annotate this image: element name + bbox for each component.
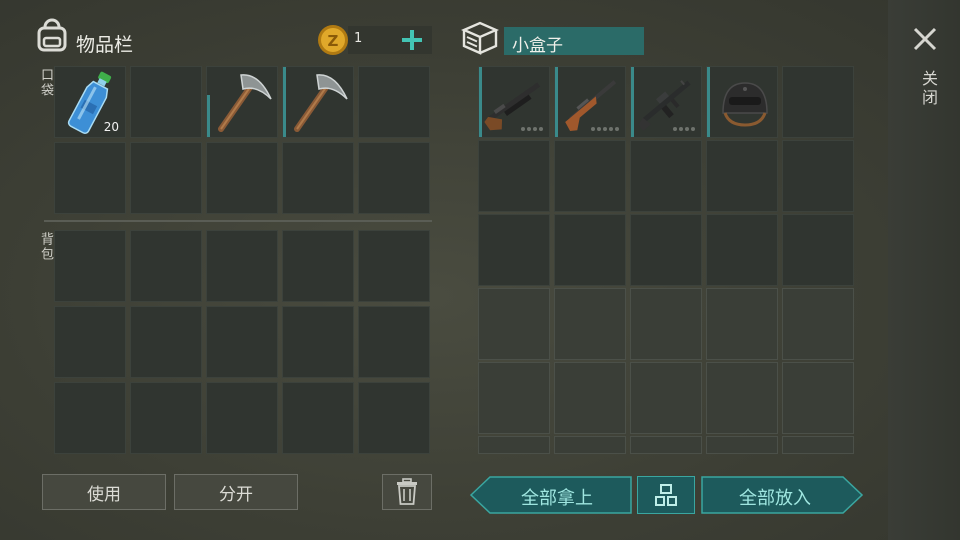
- backpack-slot[interactable]: [54, 306, 126, 378]
- close-icon: [913, 27, 937, 51]
- trash-button[interactable]: [382, 474, 432, 510]
- inventory-slot[interactable]: [130, 142, 202, 214]
- locked-slot: [630, 288, 702, 360]
- inventory-slot[interactable]: [54, 142, 126, 214]
- attachment-dots: [521, 127, 543, 131]
- container-slot-shotgun[interactable]: [478, 66, 550, 138]
- container-slot[interactable]: [478, 214, 550, 286]
- container-title-field[interactable]: 小盒子: [504, 27, 644, 56]
- container-title: 小盒子: [512, 36, 563, 56]
- inventory-slot-water-bottle[interactable]: 20: [54, 66, 126, 138]
- pickaxe-icon: [218, 74, 272, 132]
- backpack-slot[interactable]: [206, 306, 278, 378]
- backpack-slot[interactable]: [130, 382, 202, 454]
- use-button[interactable]: 使用: [42, 474, 166, 510]
- inventory-slot[interactable]: [130, 66, 202, 138]
- coin-balance: 1: [354, 31, 363, 46]
- grid-sort-icon: [655, 484, 677, 506]
- locked-slot: [630, 436, 702, 454]
- container-slot[interactable]: [706, 214, 778, 286]
- backpack-icon: [34, 18, 70, 54]
- inventory-title: 物品栏: [76, 34, 134, 56]
- locked-slot: [478, 288, 550, 360]
- inventory-slot[interactable]: [282, 142, 354, 214]
- locked-slot: [478, 362, 550, 434]
- container-slot[interactable]: [630, 214, 702, 286]
- put-all-button[interactable]: 全部放入: [701, 476, 863, 514]
- box-icon: [460, 20, 500, 56]
- locked-slot: [554, 288, 626, 360]
- backpack-slot[interactable]: [282, 306, 354, 378]
- container-slot[interactable]: [478, 140, 550, 212]
- split-button[interactable]: 分开: [174, 474, 298, 510]
- trash-icon: [397, 478, 417, 505]
- locked-slot: [782, 288, 854, 360]
- backpack-slot[interactable]: [54, 382, 126, 454]
- inventory-slot[interactable]: [206, 142, 278, 214]
- container-slot-hunting-rifle[interactable]: [554, 66, 626, 138]
- container-slot[interactable]: [554, 214, 626, 286]
- backpack-slot[interactable]: [358, 382, 430, 454]
- container-slot-helmet[interactable]: [706, 66, 778, 138]
- pickaxe-icon: [294, 74, 348, 132]
- backpack-slot[interactable]: [130, 306, 202, 378]
- container-slot[interactable]: [782, 66, 854, 138]
- backpack-slot[interactable]: [206, 382, 278, 454]
- put-all-label: 全部放入: [739, 488, 811, 509]
- locked-slot: [706, 288, 778, 360]
- inventory-slot[interactable]: [358, 66, 430, 138]
- helmet-icon: [722, 82, 768, 127]
- inventory-slot[interactable]: [358, 142, 430, 214]
- container-slot-assault-rifle[interactable]: [630, 66, 702, 138]
- close-label: 关闭: [919, 70, 938, 108]
- locked-slot: [782, 362, 854, 434]
- locked-slot: [554, 362, 626, 434]
- attachment-dots: [673, 127, 695, 131]
- backpack-slot[interactable]: [130, 230, 202, 302]
- take-all-button[interactable]: 全部拿上: [470, 476, 632, 514]
- inventory-slot-pickaxe[interactable]: [206, 66, 278, 138]
- svg-text:Z: Z: [328, 32, 339, 50]
- locked-slot: [478, 436, 550, 454]
- container-slot[interactable]: [554, 140, 626, 212]
- inventory-slot-pickaxe[interactable]: [282, 66, 354, 138]
- backpack-slot[interactable]: [54, 230, 126, 302]
- backpack-slot[interactable]: [358, 230, 430, 302]
- backpack-slot[interactable]: [206, 230, 278, 302]
- coin-icon: Z: [317, 24, 349, 56]
- container-slot[interactable]: [782, 140, 854, 212]
- take-all-label: 全部拿上: [521, 488, 593, 509]
- close-button[interactable]: 关闭: [905, 20, 945, 120]
- pocket-label: 口袋: [38, 68, 53, 98]
- bottle-quantity: 20: [103, 120, 119, 134]
- backpack-slot[interactable]: [282, 230, 354, 302]
- add-coins-button[interactable]: [400, 28, 424, 52]
- locked-slot: [706, 436, 778, 454]
- sort-grid-button[interactable]: [637, 476, 695, 514]
- pocket-divider: [44, 220, 432, 222]
- backpack-slot[interactable]: [358, 306, 430, 378]
- locked-slot: [706, 362, 778, 434]
- attachment-dots: [591, 127, 619, 131]
- locked-slot: [782, 436, 854, 454]
- locked-slot: [630, 362, 702, 434]
- locked-slot: [554, 436, 626, 454]
- container-slot[interactable]: [782, 214, 854, 286]
- backpack-label: 背包: [38, 232, 53, 262]
- container-slot[interactable]: [706, 140, 778, 212]
- backpack-slot[interactable]: [282, 382, 354, 454]
- container-slot[interactable]: [630, 140, 702, 212]
